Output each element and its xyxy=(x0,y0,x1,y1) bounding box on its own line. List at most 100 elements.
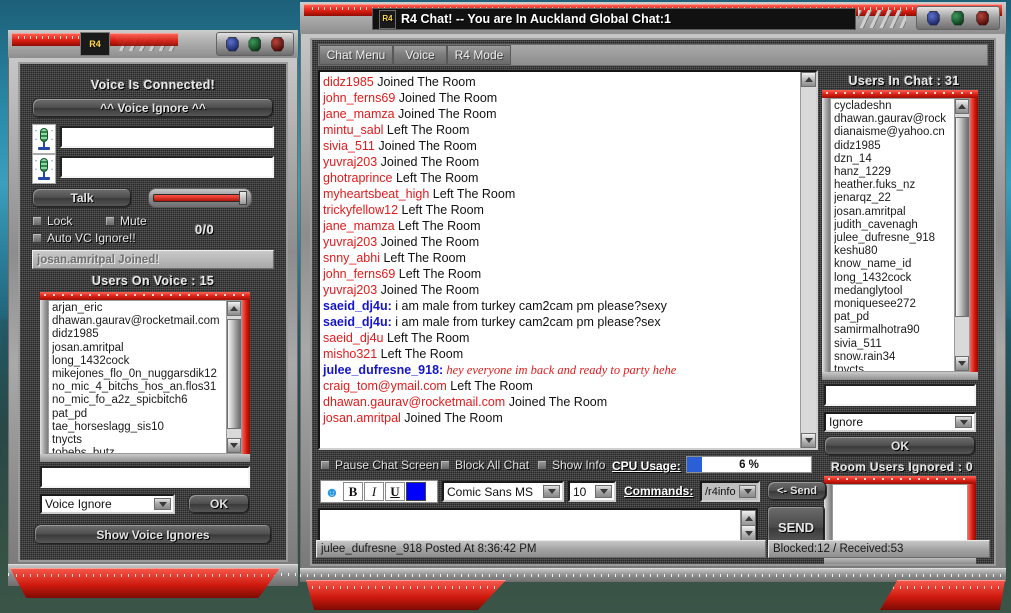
chat-user-action-combo[interactable]: Ignore xyxy=(824,412,976,432)
voice-window-controls[interactable] xyxy=(216,32,294,56)
show-voice-ignores-button[interactable]: Show Voice Ignores xyxy=(34,524,272,545)
window-gem-blue-icon[interactable] xyxy=(926,10,940,26)
chat-user-selection-input[interactable] xyxy=(824,384,976,406)
show-info-checkbox[interactable] xyxy=(537,460,547,470)
chat-window-controls[interactable] xyxy=(916,6,1000,30)
underline-button[interactable]: U xyxy=(385,482,405,501)
scroll-down-icon[interactable] xyxy=(801,433,816,448)
chevron-down-icon[interactable] xyxy=(955,416,972,428)
lock-checkbox[interactable] xyxy=(32,216,42,226)
scroll-down-icon[interactable] xyxy=(227,438,241,453)
list-item[interactable]: long_1432cock xyxy=(52,355,241,368)
list-item[interactable]: no_mic_4_bitchs_hos_an.flos31 xyxy=(52,381,241,394)
list-item[interactable]: know_name_id xyxy=(834,258,969,271)
scroll-up-icon[interactable] xyxy=(227,301,241,316)
list-item[interactable]: tobebs_butz xyxy=(52,447,241,453)
chat-transcript-scrollbar[interactable] xyxy=(800,72,816,448)
voice-slot-field-1[interactable] xyxy=(60,126,274,148)
list-item[interactable]: dhawan.gaurav@rocketmail.com xyxy=(52,315,241,328)
window-gem-green-icon[interactable] xyxy=(248,36,262,52)
window-gem-blue-icon[interactable] xyxy=(225,36,239,52)
list-item[interactable]: cycladeshn xyxy=(834,100,969,113)
chat-users-listbox[interactable]: cycladeshn dhawan.gaurav@rock dianaisme@ya… xyxy=(822,90,978,380)
scroll-up-icon[interactable] xyxy=(801,72,816,87)
chevron-down-icon[interactable] xyxy=(154,498,171,510)
italic-button[interactable]: I xyxy=(364,482,384,501)
list-item[interactable]: no_mic_fo_a2z_spicbitch6 xyxy=(52,394,241,407)
list-item[interactable]: long_1432cock xyxy=(834,272,969,285)
text-color-swatch[interactable] xyxy=(406,482,426,501)
volume-slider-knob[interactable] xyxy=(239,191,247,205)
voice-users-scrollbar[interactable] xyxy=(226,301,241,453)
chat-users-list[interactable]: cycladeshn dhawan.gaurav@rock dianaisme@ya… xyxy=(830,98,970,372)
format-toolbar[interactable]: ☻ B I U xyxy=(320,480,438,503)
scrollbar-thumb[interactable] xyxy=(955,117,969,317)
bold-button[interactable]: B xyxy=(343,482,363,501)
scrollbar-thumb[interactable] xyxy=(227,319,241,429)
auto-vc-ignore-checkbox[interactable] xyxy=(32,233,42,243)
tab-r4-mode[interactable]: R4 Mode xyxy=(447,45,511,65)
scrollbar-track[interactable] xyxy=(801,87,816,433)
chat-window-titlebar[interactable]: R4 R4 Chat! -- You are In Auckland Globa… xyxy=(300,2,1006,34)
tab-chat-menu[interactable]: Chat Menu xyxy=(319,45,393,65)
list-item[interactable]: arjan_eric xyxy=(52,302,241,315)
voice-volume-slider[interactable] xyxy=(148,188,252,208)
message-input[interactable] xyxy=(318,508,758,544)
pause-chat-screen-row[interactable]: Pause Chat Screen xyxy=(320,458,439,472)
list-item[interactable]: hanz_1229 xyxy=(834,166,969,179)
list-item[interactable]: pat_pd xyxy=(52,408,241,421)
voice-ignore-button[interactable]: ^^ Voice Ignore ^^ xyxy=(32,98,274,118)
list-item[interactable]: josan.amritpal xyxy=(834,206,969,219)
window-gem-green-icon[interactable] xyxy=(951,10,965,26)
window-gem-red-icon[interactable] xyxy=(271,36,285,52)
chat-user-ok-button[interactable]: OK xyxy=(824,436,976,456)
list-item[interactable]: jenarqz_22 xyxy=(834,192,969,205)
scroll-down-icon[interactable] xyxy=(955,356,969,371)
list-item[interactable]: tnycts xyxy=(52,434,241,447)
tab-voice[interactable]: Voice xyxy=(393,45,447,65)
voice-action-combo[interactable]: Voice Ignore xyxy=(40,494,175,514)
block-all-chat-checkbox[interactable] xyxy=(440,460,450,470)
list-item[interactable]: judith_cavenagh xyxy=(834,219,969,232)
auto-vc-ignore-checkbox-row[interactable]: Auto VC Ignore!! xyxy=(32,231,136,245)
pause-chat-screen-checkbox[interactable] xyxy=(320,460,330,470)
scroll-up-icon[interactable] xyxy=(955,99,969,114)
voice-slot-field-2[interactable] xyxy=(60,156,274,178)
list-item[interactable]: heather.fuks_nz xyxy=(834,179,969,192)
list-item[interactable]: dzn_14 xyxy=(834,153,969,166)
list-item[interactable]: mikejones_flo_0n_nuggarsdik12 xyxy=(52,368,241,381)
list-item[interactable]: julee_dufresne_918 xyxy=(834,232,969,245)
list-item[interactable]: didz1985 xyxy=(52,328,241,341)
send-arrow-button[interactable]: <- Send xyxy=(767,481,827,501)
voice-users-list[interactable]: arjan_eric dhawan.gaurav@rocketmail.com di… xyxy=(48,300,242,454)
smiley-face-icon[interactable]: ☻ xyxy=(322,482,342,501)
list-item[interactable]: tae_horseslagg_sis10 xyxy=(52,421,241,434)
list-item[interactable]: didz1985 xyxy=(834,140,969,153)
message-input-scrollbar[interactable] xyxy=(740,510,756,542)
list-item[interactable]: pat_pd xyxy=(834,311,969,324)
mute-checkbox[interactable] xyxy=(105,216,115,226)
voice-ok-button[interactable]: OK xyxy=(188,494,250,514)
chat-users-scrollbar[interactable] xyxy=(954,99,969,371)
talk-button[interactable]: Talk xyxy=(32,188,132,208)
block-all-chat-row[interactable]: Block All Chat xyxy=(440,458,529,472)
chat-transcript[interactable]: didz1985 Joined The Room john_ferns69 Joi… xyxy=(318,70,818,450)
list-item[interactable]: sivia_511 xyxy=(834,338,969,351)
commands-combo[interactable]: /r4info xyxy=(700,481,760,502)
list-item[interactable]: moniquesee272 xyxy=(834,298,969,311)
lock-checkbox-row[interactable]: Lock xyxy=(32,214,72,228)
list-item[interactable]: dianaisme@yahoo.cn xyxy=(834,126,969,139)
chevron-down-icon[interactable] xyxy=(595,485,612,498)
font-family-combo[interactable]: Comic Sans MS xyxy=(442,481,564,502)
voice-window-titlebar[interactable]: R4 xyxy=(8,30,298,58)
list-item[interactable]: dhawan.gaurav@rock xyxy=(834,113,969,126)
list-item[interactable]: snow.rain34 xyxy=(834,351,969,364)
list-item[interactable]: josan.amritpal xyxy=(52,342,241,355)
show-info-row[interactable]: Show Info xyxy=(537,458,605,472)
voice-selection-input[interactable] xyxy=(40,466,250,488)
list-item[interactable]: keshu80 xyxy=(834,245,969,258)
chevron-down-icon[interactable] xyxy=(543,485,560,498)
mute-checkbox-row[interactable]: Mute xyxy=(105,214,147,228)
chevron-down-icon[interactable] xyxy=(739,485,756,498)
voice-users-listbox[interactable]: arjan_eric dhawan.gaurav@rocketmail.com di… xyxy=(40,292,250,462)
